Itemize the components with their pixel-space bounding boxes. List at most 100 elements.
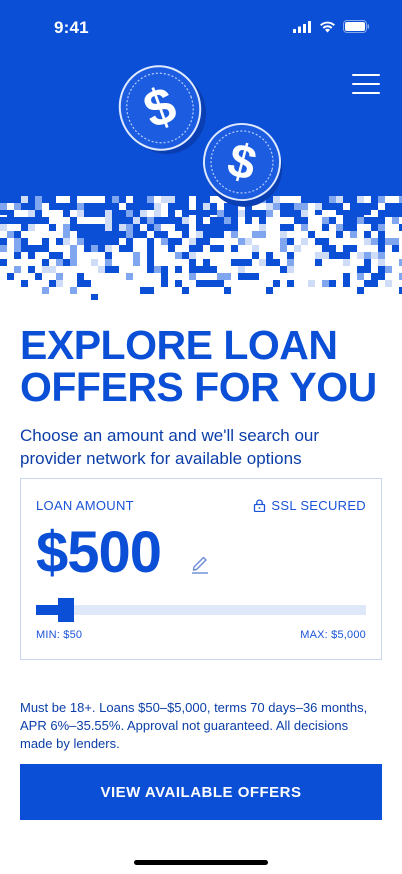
pixel-block — [189, 259, 196, 266]
pixel-block — [252, 231, 259, 238]
edit-pencil-icon[interactable] — [189, 552, 211, 574]
pixel-block — [84, 196, 91, 203]
pixel-block — [364, 252, 371, 259]
pixel-block — [105, 224, 112, 231]
pixel-block — [105, 259, 112, 266]
pixel-block — [189, 238, 196, 245]
pixel-block — [147, 203, 154, 210]
pixel-block — [49, 196, 56, 203]
pixel-block — [364, 196, 371, 203]
pixel-block — [392, 245, 399, 252]
pixel-block — [112, 238, 119, 245]
pixel-block — [371, 196, 378, 203]
pixel-block — [161, 231, 168, 238]
pixel-block — [175, 203, 182, 210]
pixel-block — [133, 210, 140, 217]
pixel-block — [91, 210, 98, 217]
pixel-block — [133, 245, 140, 252]
pixel-block — [301, 210, 308, 217]
pixel-block — [140, 217, 147, 224]
pixel-block — [189, 252, 196, 259]
pixel-block — [21, 203, 28, 210]
pixel-block — [35, 224, 42, 231]
pixel-block — [147, 224, 154, 231]
pixel-block — [77, 238, 84, 245]
pixel-block — [273, 259, 280, 266]
pixel-block — [308, 280, 315, 287]
pixel-block — [189, 196, 196, 203]
slider-thumb[interactable] — [58, 598, 74, 622]
pixel-block — [266, 287, 273, 294]
pixel-block — [196, 238, 203, 245]
pixel-block — [154, 203, 161, 210]
pixel-block — [7, 210, 14, 217]
pixel-block — [126, 224, 133, 231]
hamburger-menu-icon[interactable] — [352, 74, 380, 98]
pixel-block — [315, 259, 322, 266]
pixel-block — [245, 224, 252, 231]
pixel-block — [140, 231, 147, 238]
pixel-block — [126, 210, 133, 217]
pixel-block — [112, 196, 119, 203]
loan-amount-slider[interactable] — [36, 598, 366, 622]
pixel-block — [49, 280, 56, 287]
pixel-block — [224, 231, 231, 238]
pixel-block — [126, 273, 133, 280]
pixel-block — [294, 210, 301, 217]
pixel-block — [322, 196, 329, 203]
view-offers-button[interactable]: VIEW AVAILABLE OFFERS — [20, 764, 382, 820]
pixel-block — [196, 210, 203, 217]
pixel-block — [14, 217, 21, 224]
pixel-block — [203, 217, 210, 224]
pixel-block — [42, 245, 49, 252]
pixel-block — [63, 259, 70, 266]
pixel-block — [63, 203, 70, 210]
pixel-block — [119, 231, 126, 238]
pixel-block — [91, 196, 98, 203]
pixel-block — [385, 266, 392, 273]
pixel-block — [273, 196, 280, 203]
pixel-block — [105, 231, 112, 238]
pixel-block — [308, 217, 315, 224]
pixel-block — [0, 245, 7, 252]
pixel-block — [238, 273, 245, 280]
pixel-block — [56, 231, 63, 238]
pixel-block — [49, 210, 56, 217]
pixel-block — [14, 231, 21, 238]
pixel-block — [210, 266, 217, 273]
pixel-block — [77, 224, 84, 231]
pixel-block — [287, 238, 294, 245]
pixel-block — [336, 231, 343, 238]
pixel-block — [133, 259, 140, 266]
pixel-block — [294, 217, 301, 224]
pixel-block — [147, 245, 154, 252]
pixel-block — [84, 203, 91, 210]
pixel-block — [21, 217, 28, 224]
pixel-block — [378, 196, 385, 203]
pixel-block — [231, 259, 238, 266]
pixel-block — [161, 280, 168, 287]
pixel-block — [378, 252, 385, 259]
pixel-block — [217, 217, 224, 224]
pixel-block — [70, 203, 77, 210]
pixel-block — [14, 266, 21, 273]
pixel-block — [266, 224, 273, 231]
pixel-block — [84, 245, 91, 252]
pixel-block — [49, 217, 56, 224]
pixel-block — [84, 210, 91, 217]
pixel-block — [329, 196, 336, 203]
pixel-block — [329, 217, 336, 224]
pixel-block — [119, 245, 126, 252]
pixel-block — [378, 259, 385, 266]
pixel-block — [280, 245, 287, 252]
pixel-block — [63, 210, 70, 217]
pixel-block — [91, 231, 98, 238]
pixel-block — [238, 217, 245, 224]
pixel-block — [70, 259, 77, 266]
pixel-block — [294, 238, 301, 245]
pixel-block — [343, 217, 350, 224]
pixel-block — [238, 210, 245, 217]
pixel-block — [329, 210, 336, 217]
pixel-block — [28, 245, 35, 252]
pixel-block — [210, 224, 217, 231]
